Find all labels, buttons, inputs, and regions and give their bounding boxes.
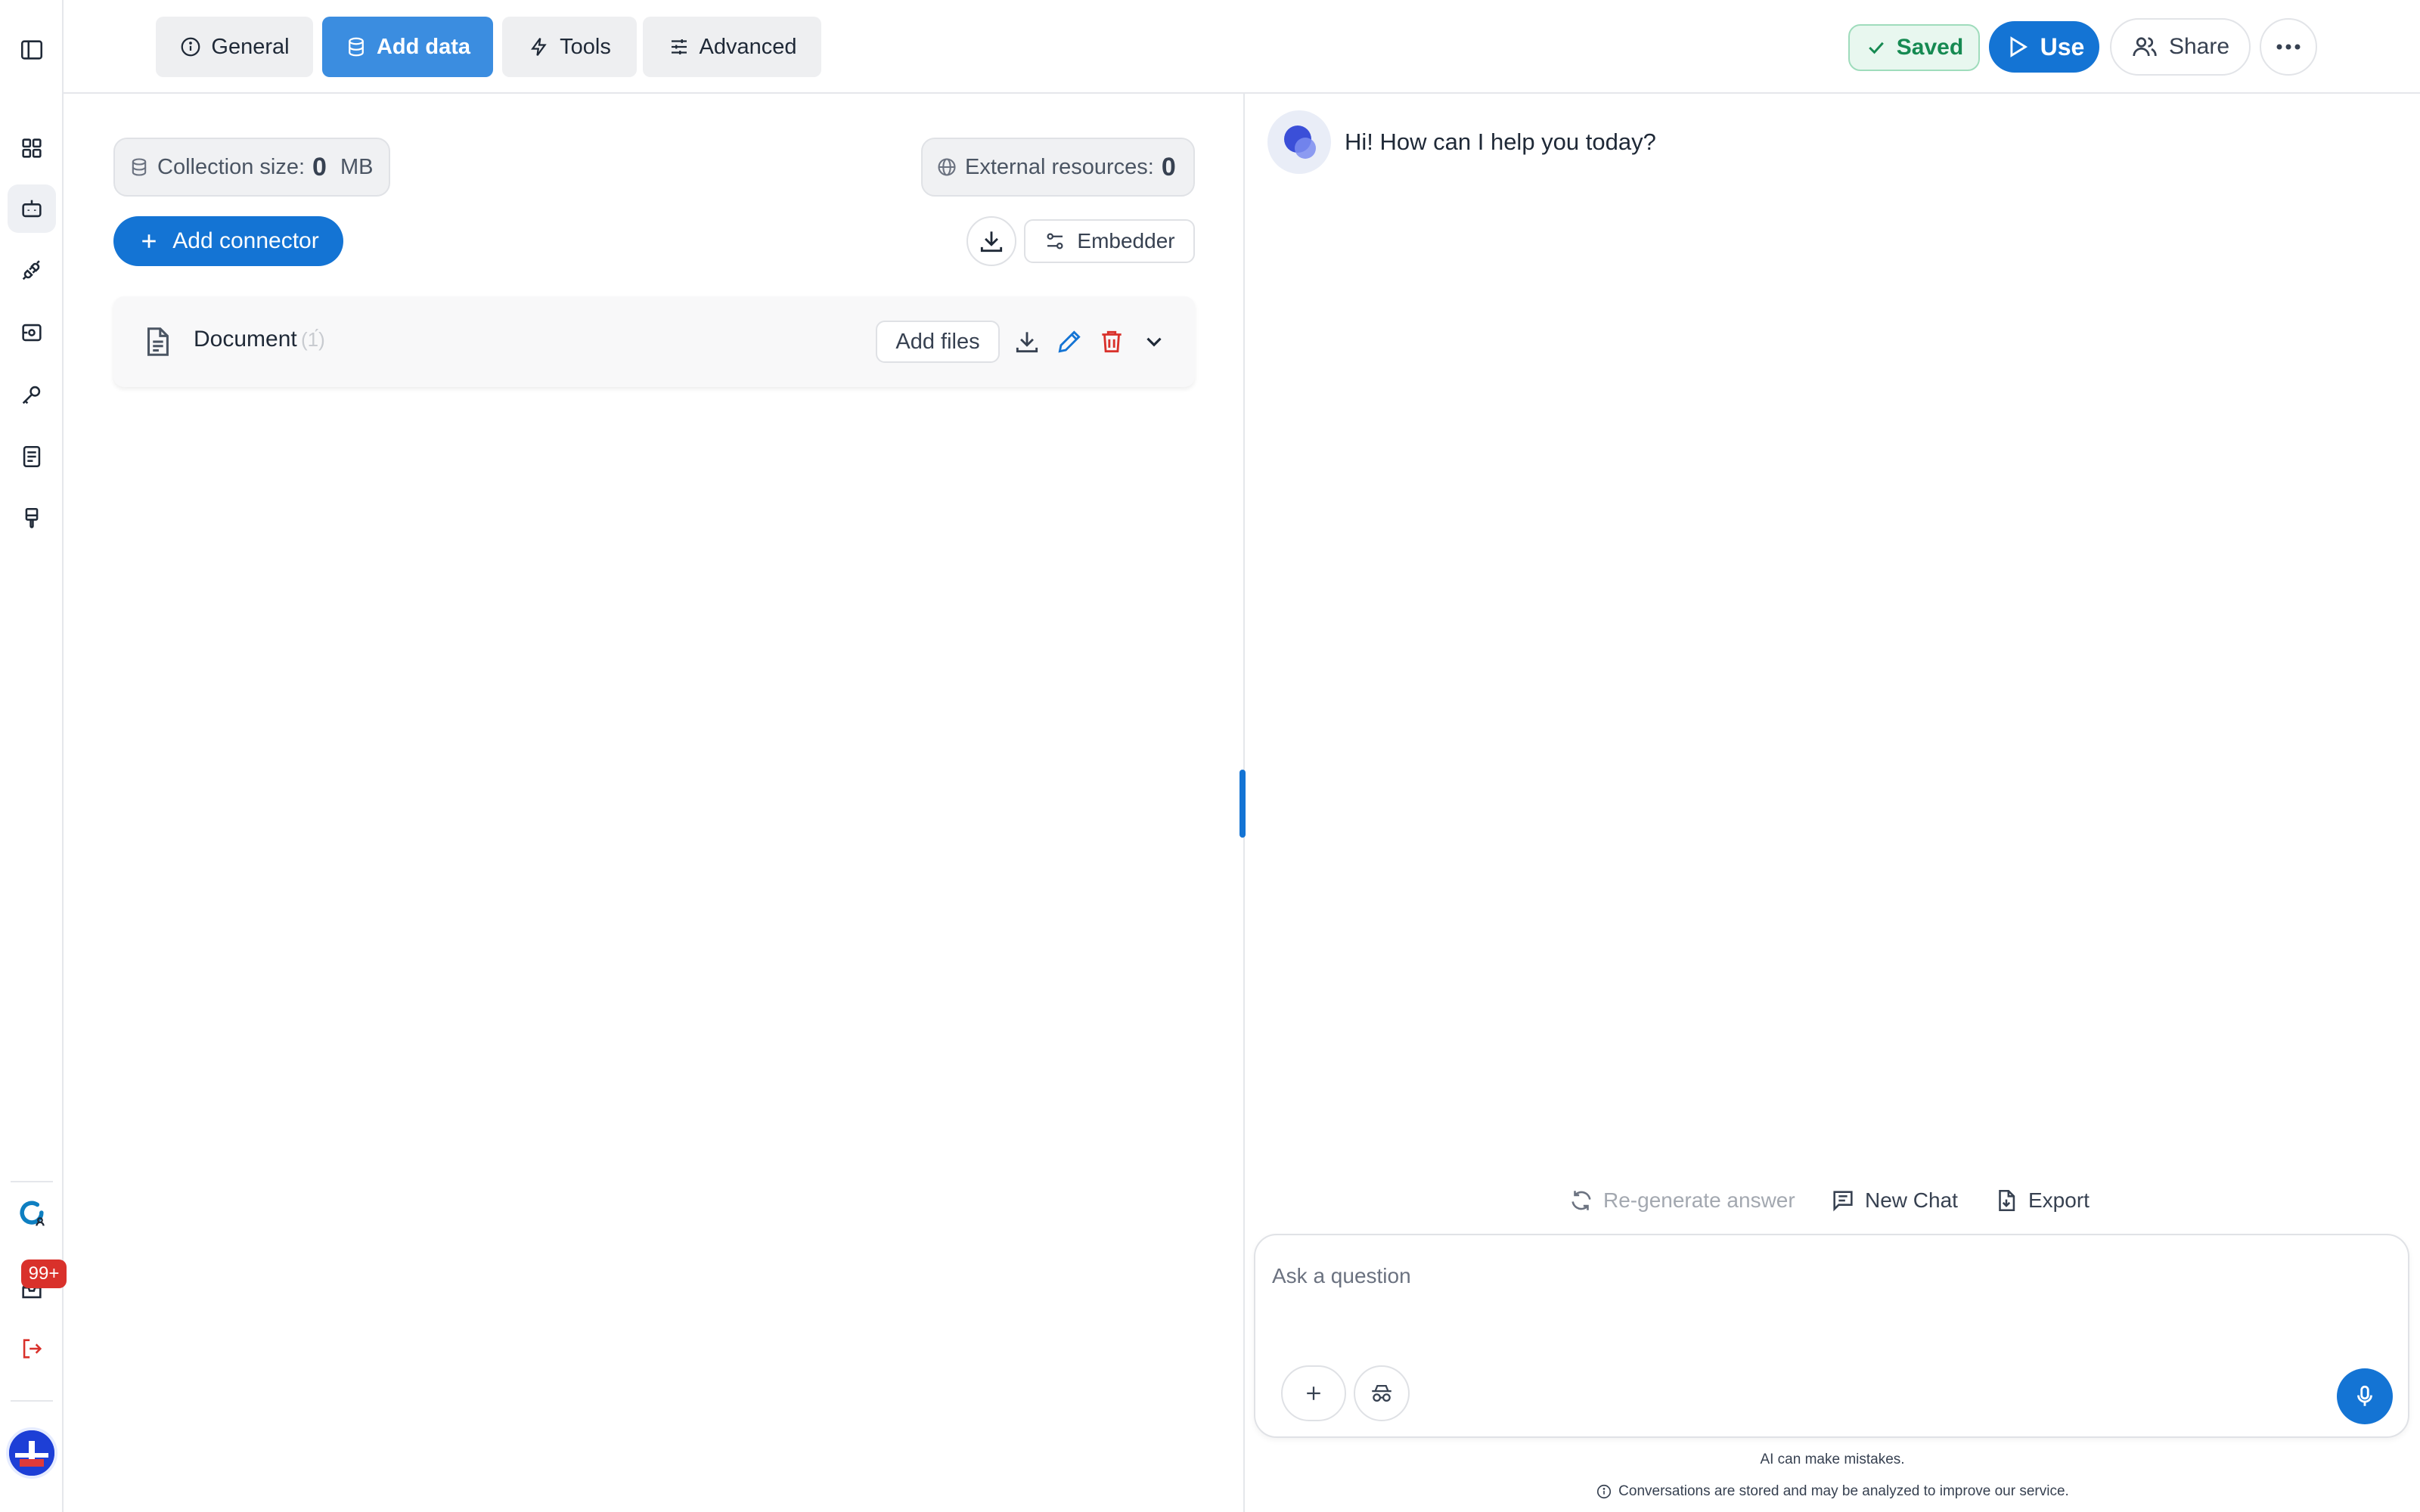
rail-divider (11, 1181, 53, 1182)
avatar[interactable] (6, 1427, 57, 1479)
add-connector-button[interactable]: Add connector (113, 216, 343, 266)
refresh-icon (1568, 1188, 1594, 1213)
panel-toggle-icon[interactable] (8, 26, 56, 74)
document-connector-card[interactable]: Document (1́) Add files (113, 296, 1195, 387)
collection-size-unit: MB (340, 154, 374, 179)
download-icon[interactable] (1010, 325, 1044, 358)
users-icon (2131, 33, 2158, 60)
play-icon (2004, 34, 2030, 60)
left-sidebar: 99+ (0, 0, 67, 1512)
tab-label: Advanced (699, 34, 797, 59)
attach-button[interactable] (1281, 1365, 1346, 1421)
tab-label: Add data (376, 34, 471, 59)
external-resources-stat: External resources: 0 (921, 138, 1195, 197)
file-export-icon (1993, 1188, 2019, 1213)
sliders-icon (668, 36, 690, 58)
resize-handle[interactable] (1239, 770, 1246, 838)
export-label: Export (2028, 1188, 2090, 1212)
download-all-button[interactable] (966, 216, 1016, 266)
assistant-greeting: Hi! How can I help you today? (1345, 129, 1656, 155)
add-connector-label: Add connector (172, 228, 319, 253)
collection-size-stat: Collection size: 0 MB (113, 138, 390, 197)
check-icon (1865, 36, 1888, 59)
use-label: Use (2040, 33, 2085, 60)
document-icon (139, 324, 175, 360)
more-options-button[interactable] (2260, 18, 2317, 76)
question-input[interactable] (1272, 1253, 2331, 1299)
key-icon[interactable] (8, 370, 56, 419)
plus-icon (138, 230, 160, 253)
plus-icon (1302, 1382, 1325, 1405)
incognito-button[interactable] (1354, 1365, 1410, 1421)
logout-icon[interactable] (8, 1325, 56, 1373)
database-icon (129, 156, 150, 178)
notebook-icon[interactable] (8, 432, 56, 481)
document-title: Document (194, 327, 297, 352)
share-label: Share (2168, 34, 2230, 59)
embedder-button[interactable]: Embedder (1024, 219, 1195, 263)
assistant-avatar (1267, 110, 1331, 174)
tab-label: General (211, 34, 290, 59)
chat-composer (1254, 1234, 2409, 1438)
external-resources-label: External resources: (965, 154, 1154, 179)
globe-icon (936, 156, 957, 178)
tab-advanced[interactable]: Advanced (643, 17, 821, 77)
info-icon (179, 36, 202, 58)
database-icon (345, 36, 368, 58)
grid-icon[interactable] (8, 124, 56, 172)
brush-icon[interactable] (8, 494, 56, 543)
ai-disclaimer: AI can make mistakes. (1760, 1452, 1905, 1467)
plug-icon[interactable] (8, 246, 56, 295)
chevron-down-icon[interactable] (1137, 325, 1171, 358)
add-files-button[interactable]: Add files (876, 321, 1000, 363)
tab-add-data[interactable]: Add data (322, 17, 493, 77)
rail-divider (11, 1400, 53, 1402)
edit-pencil-icon[interactable] (1053, 325, 1086, 358)
use-button[interactable]: Use (1989, 21, 2099, 73)
ellipsis-icon (2275, 42, 2302, 51)
trash-icon[interactable] (1095, 325, 1128, 358)
info-icon (1596, 1483, 1612, 1500)
lightning-icon (528, 36, 551, 58)
collection-size-label: Collection size: (157, 154, 306, 179)
regenerate-label: Re-generate answer (1603, 1188, 1795, 1212)
microphone-icon (2352, 1383, 2378, 1409)
tab-tools[interactable]: Tools (502, 17, 637, 77)
external-resources-value: 0 (1161, 152, 1176, 181)
settings-sliders-icon (1044, 230, 1066, 253)
regenerate-answer-button[interactable]: Re-generate answer (1568, 1185, 1795, 1216)
tab-general[interactable]: General (156, 17, 313, 77)
download-icon (977, 227, 1006, 256)
tab-label: Tools (560, 34, 611, 59)
scan-icon[interactable] (8, 308, 56, 357)
document-file-count: (1́) (301, 328, 325, 351)
export-button[interactable]: Export (1993, 1185, 2090, 1216)
privacy-note: Conversations are stored and may be anal… (1245, 1483, 2420, 1500)
bot-icon[interactable] (8, 184, 56, 233)
share-button[interactable]: Share (2110, 18, 2251, 76)
collection-size-value: 0 (312, 152, 327, 181)
new-chat-label: New Chat (1865, 1188, 1958, 1212)
incognito-icon (1369, 1380, 1395, 1406)
embedder-label: Embedder (1077, 229, 1175, 253)
new-chat-button[interactable]: New Chat (1830, 1185, 1958, 1216)
message-icon (1830, 1188, 1856, 1213)
saved-label: Saved (1896, 35, 1964, 60)
notification-badge: 99+ (21, 1259, 67, 1288)
privacy-note-text: Conversations are stored and may be anal… (1618, 1483, 2069, 1499)
saved-status-badge: Saved (1848, 24, 1980, 71)
microphone-button[interactable] (2337, 1368, 2393, 1424)
search-users-icon[interactable] (8, 1188, 56, 1237)
